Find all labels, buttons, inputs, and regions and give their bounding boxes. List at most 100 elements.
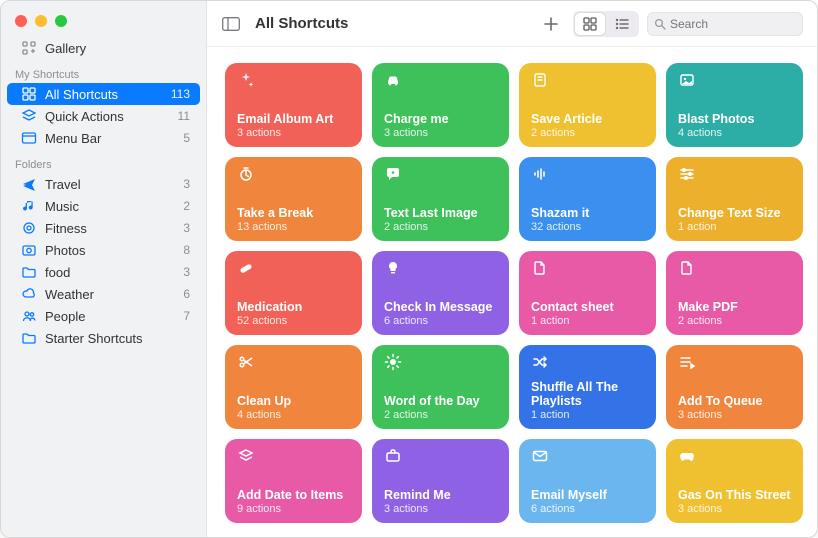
shortcut-card[interactable]: Take a Break13 actions (225, 157, 362, 241)
shortcut-subtitle: 2 actions (531, 127, 644, 139)
search-input[interactable] (670, 17, 796, 31)
shortcut-title: Take a Break (237, 206, 350, 220)
sidebar-item-label: Gallery (45, 41, 86, 56)
menubar-icon (19, 130, 39, 146)
shortcut-title: Remind Me (384, 488, 497, 502)
zoom-window-button[interactable] (55, 15, 67, 27)
briefcase-icon (384, 447, 497, 465)
sidebar-item-label: Menu Bar (45, 131, 101, 146)
sidebar-item-music[interactable]: Music2 (7, 195, 200, 217)
shortcut-title: Add Date to Items (237, 488, 350, 502)
shortcut-subtitle: 3 actions (384, 503, 497, 515)
shortcut-subtitle: 3 actions (678, 409, 791, 421)
shortcut-subtitle: 2 actions (384, 221, 497, 233)
sidebar-item-label: Starter Shortcuts (45, 331, 143, 346)
sidebar-item-fitness[interactable]: Fitness3 (7, 217, 200, 239)
shortcut-subtitle: 3 actions (678, 503, 791, 515)
main-pane: All Shortcuts Email Album Art3 actio (207, 1, 817, 537)
add-shortcut-button[interactable] (537, 12, 565, 36)
sidebar-item-count: 2 (183, 199, 190, 213)
sidebar-item-all-shortcuts[interactable]: All Shortcuts113 (7, 83, 200, 105)
folder-icon (19, 264, 39, 280)
shortcut-subtitle: 13 actions (237, 221, 350, 233)
sliders-icon (678, 165, 791, 183)
shortcut-title: Make PDF (678, 300, 791, 314)
shortcut-card[interactable]: Add To Queue3 actions (666, 345, 803, 429)
shortcut-title: Email Myself (531, 488, 644, 502)
grid-view-button[interactable] (575, 13, 605, 35)
shortcut-card[interactable]: Shuffle All The Playlists1 action (519, 345, 656, 429)
shortcut-card[interactable]: Clean Up4 actions (225, 345, 362, 429)
sidebar-item-label: All Shortcuts (45, 87, 118, 102)
shortcut-subtitle: 6 actions (531, 503, 644, 515)
shortcut-subtitle: 52 actions (237, 315, 350, 327)
sidebar-item-people[interactable]: People7 (7, 305, 200, 327)
shortcut-card[interactable]: Save Article2 actions (519, 63, 656, 147)
sidebar-item-photos[interactable]: Photos8 (7, 239, 200, 261)
sidebar-item-count: 11 (178, 109, 190, 123)
folder-icon (19, 330, 39, 346)
search-icon (654, 18, 666, 30)
sidebar-item-count: 3 (183, 265, 190, 279)
sidebar-item-gallery[interactable]: Gallery (7, 37, 200, 59)
shortcut-card[interactable]: Make PDF2 actions (666, 251, 803, 335)
sidebar-item-starter-shortcuts[interactable]: Starter Shortcuts (7, 327, 200, 349)
people-icon (19, 308, 39, 324)
sidebar-item-quick-actions[interactable]: Quick Actions11 (7, 105, 200, 127)
shortcut-subtitle: 3 actions (384, 127, 497, 139)
shortcut-card[interactable]: Medication52 actions (225, 251, 362, 335)
fitness-icon (19, 220, 39, 236)
shortcut-title: Change Text Size (678, 206, 791, 220)
sidebar-item-count: 6 (183, 287, 190, 301)
shortcut-card[interactable]: Add Date to Items9 actions (225, 439, 362, 523)
sidebar-section-title: My Shortcuts (1, 59, 206, 83)
image-icon (678, 71, 791, 89)
shortcut-card[interactable]: Email Myself6 actions (519, 439, 656, 523)
shortcut-card[interactable]: Blast Photos4 actions (666, 63, 803, 147)
shortcut-card[interactable]: Contact sheet1 action (519, 251, 656, 335)
shortcut-title: Shazam it (531, 206, 644, 220)
shortcut-subtitle: 1 action (531, 409, 644, 421)
close-window-button[interactable] (15, 15, 27, 27)
sidebar-item-count: 3 (183, 221, 190, 235)
shortcut-card[interactable]: Gas On This Street3 actions (666, 439, 803, 523)
pill-icon (237, 259, 350, 277)
shortcut-card[interactable]: Email Album Art3 actions (225, 63, 362, 147)
sidebar-item-menu-bar[interactable]: Menu Bar5 (7, 127, 200, 149)
car-icon (384, 71, 497, 89)
plane-icon (19, 176, 39, 192)
shortcut-card[interactable]: Text Last Image2 actions (372, 157, 509, 241)
shortcut-title: Add To Queue (678, 394, 791, 408)
shortcut-title: Shuffle All The Playlists (531, 380, 644, 408)
scissors-icon (237, 353, 350, 371)
shortcut-card[interactable]: Charge me3 actions (372, 63, 509, 147)
sidebar-item-label: Photos (45, 243, 85, 258)
shortcut-card[interactable]: Shazam it32 actions (519, 157, 656, 241)
sidebar-item-travel[interactable]: Travel3 (7, 173, 200, 195)
sound-icon (531, 165, 644, 183)
sidebar-item-label: Weather (45, 287, 94, 302)
game-icon (678, 447, 791, 465)
shortcut-subtitle: 3 actions (237, 127, 350, 139)
list-view-button[interactable] (607, 13, 637, 35)
shortcut-title: Save Article (531, 112, 644, 126)
shortcut-card[interactable]: Check In Message6 actions (372, 251, 509, 335)
shortcut-card[interactable]: Word of the Day2 actions (372, 345, 509, 429)
minimize-window-button[interactable] (35, 15, 47, 27)
sidebar-item-weather[interactable]: Weather 6 (7, 283, 200, 305)
shortcut-subtitle: 6 actions (384, 315, 497, 327)
shortcut-card[interactable]: Change Text Size1 action (666, 157, 803, 241)
shortcut-card[interactable]: Remind Me3 actions (372, 439, 509, 523)
sidebar-item-food[interactable]: food3 (7, 261, 200, 283)
sparkle-icon (237, 71, 350, 89)
shortcut-subtitle: 2 actions (384, 409, 497, 421)
sidebar-item-label: Travel (45, 177, 81, 192)
shortcut-subtitle: 1 action (678, 221, 791, 233)
shortcut-subtitle: 4 actions (237, 409, 350, 421)
search-field[interactable] (647, 12, 803, 36)
doc-icon (531, 71, 644, 89)
file-icon (531, 259, 644, 277)
toggle-sidebar-button[interactable] (217, 12, 245, 36)
sparkle-grid-icon (19, 40, 39, 56)
shortcut-subtitle: 1 action (531, 315, 644, 327)
